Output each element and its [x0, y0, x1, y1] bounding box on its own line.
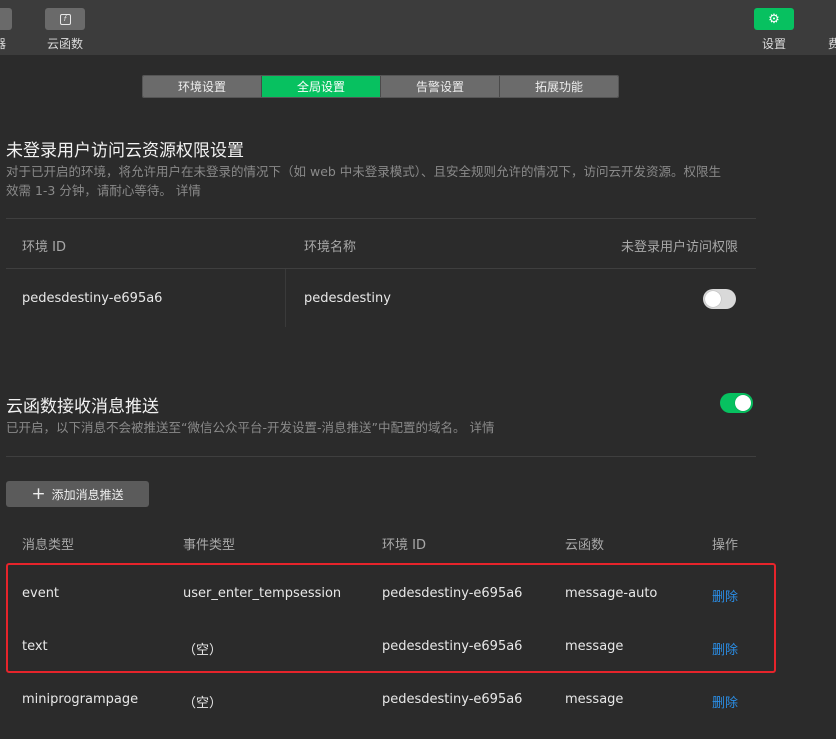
- col-unauth-permission: 未登录用户访问权限: [621, 240, 739, 255]
- function-icon: f: [59, 13, 71, 25]
- col-env-name: 环境名称: [304, 240, 357, 255]
- settings-button[interactable]: ⚙: [754, 8, 794, 30]
- cloud-function: message: [565, 692, 624, 707]
- tab-global-settings[interactable]: 全局设置: [262, 76, 381, 97]
- unauth-env-id: pedesdestiny-e695a6: [22, 291, 163, 306]
- add-push-button[interactable]: + 添加消息推送: [6, 481, 149, 507]
- tab-env-settings[interactable]: 环境设置: [143, 76, 262, 97]
- push-description: 已开启，以下消息不会被推送至“微信公众平台-开发设置-消息推送”中配置的域名。 …: [6, 420, 495, 435]
- settings-label: 设置: [762, 37, 787, 51]
- toolbar-right-partial-label: 费: [828, 37, 836, 51]
- settings-tabs: 环境设置 全局设置 告警设置 拓展功能: [142, 75, 619, 98]
- divider: [6, 456, 756, 457]
- column-divider: [285, 269, 286, 327]
- env-id: pedesdestiny-e695a6: [382, 692, 523, 707]
- plus-icon: +: [31, 483, 46, 504]
- delete-link[interactable]: 删除: [712, 692, 738, 711]
- col-env-id: 环境 ID: [382, 538, 426, 553]
- tab-extensions[interactable]: 拓展功能: [500, 76, 618, 97]
- col-msg-type: 消息类型: [22, 538, 75, 553]
- highlight-box: [6, 563, 776, 673]
- col-env-id: 环境 ID: [22, 240, 66, 255]
- event-type: （空）: [183, 696, 223, 711]
- push-enable-toggle[interactable]: [720, 393, 753, 413]
- unauth-access-description: 对于已开启的环境，将允许用户在未登录的情况下（如 web 中未登录模式）、且安全…: [6, 162, 756, 200]
- unauth-desc-line1: 对于已开启的环境，将允许用户在未登录的情况下（如 web 中未登录模式）、且安全…: [6, 164, 722, 179]
- divider: [6, 218, 756, 219]
- unauth-desc-line2: 效需 1-3 分钟，请耐心等待。 详情: [6, 183, 201, 198]
- unauth-env-name: pedesdestiny: [304, 291, 391, 306]
- tab-alert-settings[interactable]: 告警设置: [381, 76, 500, 97]
- col-actions: 操作: [712, 538, 739, 553]
- top-toolbar: 器 f 云函数 ⚙ 设置 费: [0, 0, 836, 55]
- add-push-label: 添加消息推送: [51, 487, 124, 502]
- toolbar-left-partial-button[interactable]: [0, 8, 12, 30]
- unauth-access-toggle[interactable]: [703, 289, 736, 309]
- msg-type: miniprogrampage: [22, 692, 139, 707]
- toolbar-left-partial-label: 器: [0, 37, 7, 51]
- col-cloud-function: 云函数: [565, 538, 605, 553]
- unauth-access-title: 未登录用户访问云资源权限设置: [6, 141, 244, 161]
- cloud-function-label: 云函数: [47, 37, 84, 51]
- col-event-type: 事件类型: [183, 538, 236, 553]
- push-section-title: 云函数接收消息推送: [6, 397, 159, 417]
- divider: [6, 268, 756, 269]
- toggle-knob: [705, 291, 721, 307]
- gear-icon: ⚙: [768, 11, 780, 27]
- toggle-knob: [735, 395, 751, 411]
- cloud-function-button[interactable]: f: [45, 8, 85, 30]
